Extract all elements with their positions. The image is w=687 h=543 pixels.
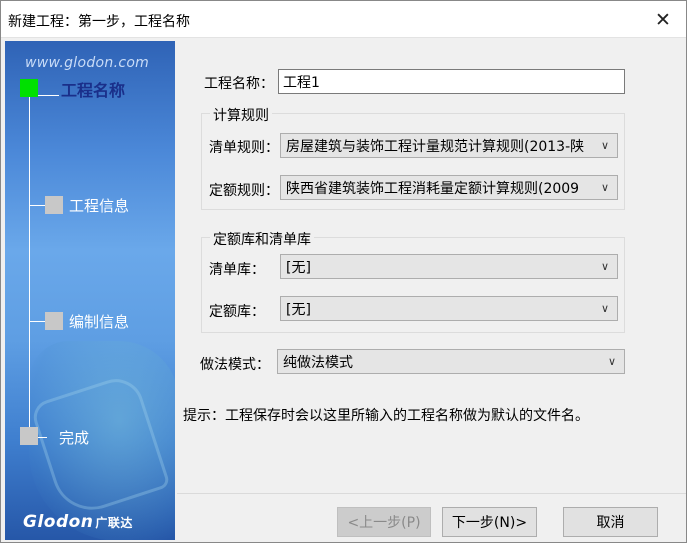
quota-library-select[interactable]: [无] ∨ <box>280 296 618 321</box>
quota-rule-select[interactable]: 陕西省建筑装饰工程消耗量定额计算规则(2009 ∨ <box>280 175 618 200</box>
wizard-side-panel: www.glodon.com 工程名称 工程信息 编制信息 完成 Glodon 广… <box>5 41 175 540</box>
step-indicator <box>45 312 63 330</box>
step-finish: 完成 <box>59 429 90 447</box>
quota-rule-value: 陕西省建筑装饰工程消耗量定额计算规则(2009 <box>286 181 580 197</box>
bill-library-label: 清单库： <box>209 262 265 278</box>
step-connector-line <box>29 87 30 437</box>
calc-rules-group-title: 计算规则 <box>210 105 272 125</box>
cancel-button[interactable]: 取消 <box>563 507 658 537</box>
previous-button[interactable]: <上一步(P) <box>337 507 431 537</box>
step-project-name: 工程名称 <box>61 81 126 100</box>
step-compile-info: 编制信息 <box>69 313 130 331</box>
hint-text: 提示：工程保存时会以这里所输入的工程名称做为默认的文件名。 <box>183 408 589 424</box>
bill-rule-value: 房屋建筑与装饰工程计量规范计算规则(2013-陕 <box>286 139 585 155</box>
quota-library-value: [无] <box>286 302 311 318</box>
step-indicator <box>20 427 38 445</box>
method-mode-select[interactable]: 纯做法模式 ∨ <box>277 349 625 374</box>
glodon-logo: Glodon 广联达 <box>23 512 133 532</box>
step-indicator <box>45 196 63 214</box>
quota-library-label: 定额库： <box>209 304 265 320</box>
website-label: www.glodon.com <box>25 55 150 71</box>
chevron-down-icon: ∨ <box>600 138 610 152</box>
quota-rule-label: 定额规则： <box>209 183 279 199</box>
brand-name: Glodon <box>23 512 94 532</box>
bill-rule-label: 清单规则： <box>209 140 279 156</box>
bill-library-select[interactable]: [无] ∨ <box>280 254 618 279</box>
next-button[interactable]: 下一步(N)> <box>442 507 537 537</box>
new-project-dialog: 新建工程：第一步，工程名称 ✕ www.glodon.com 工程名称 工程信息… <box>0 0 687 543</box>
brand-name-cn: 广联达 <box>95 516 133 530</box>
dialog-title: 新建工程：第一步，工程名称 <box>8 14 190 30</box>
library-group-title: 定额库和清单库 <box>210 229 314 249</box>
project-name-label: 工程名称： <box>204 76 274 92</box>
title-bar: 新建工程：第一步，工程名称 ✕ <box>1 1 686 38</box>
method-mode-value: 纯做法模式 <box>283 355 353 371</box>
close-icon[interactable]: ✕ <box>640 1 686 38</box>
bill-rule-select[interactable]: 房屋建筑与装饰工程计量规范计算规则(2013-陕 ∨ <box>280 133 618 158</box>
project-name-input[interactable]: 工程1 <box>278 69 625 94</box>
step-project-info: 工程信息 <box>69 197 130 215</box>
bill-library-value: [无] <box>286 260 311 276</box>
chevron-down-icon: ∨ <box>607 354 617 368</box>
chevron-down-icon: ∨ <box>600 180 610 194</box>
step-indicator-active <box>20 79 38 97</box>
method-mode-label: 做法模式： <box>200 357 270 373</box>
chevron-down-icon: ∨ <box>600 259 610 273</box>
chevron-down-icon: ∨ <box>600 301 610 315</box>
